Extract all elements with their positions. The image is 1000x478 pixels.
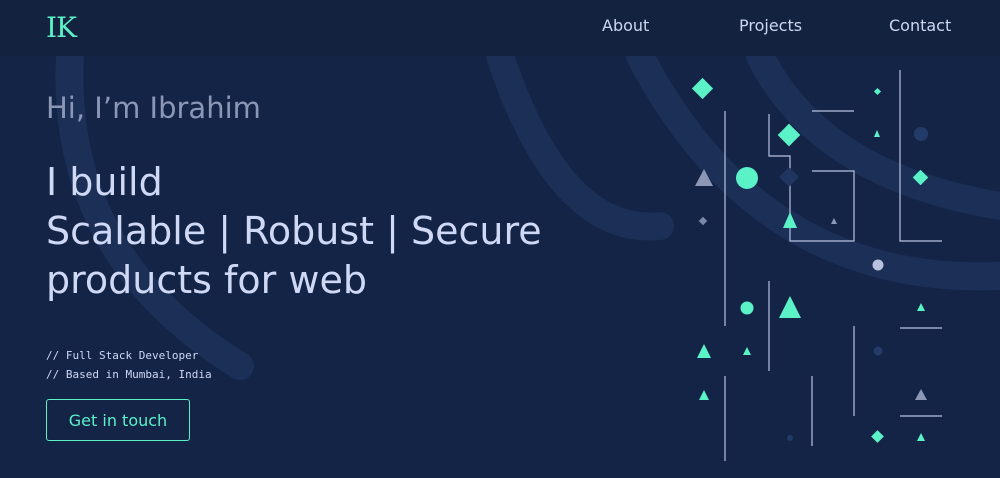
triangle-shape: [831, 218, 837, 224]
site-header: IK About Projects Contact: [0, 0, 1000, 56]
headline-line-1: I build: [46, 160, 163, 204]
circuit-lines: [724, 70, 942, 461]
info-location: // Based in Mumbai, India: [46, 368, 212, 381]
headline-line-2: Scalable | Robust | Secure: [46, 209, 542, 253]
diamond-shape: [779, 167, 799, 187]
hero-greeting: Hi, I’m Ibrahim: [46, 91, 261, 125]
nav-link-contact[interactable]: Contact: [889, 16, 951, 36]
triangle-shape: [915, 389, 927, 400]
triangle-shape: [699, 390, 709, 400]
triangle-shape: [743, 347, 751, 355]
circle-shape: [872, 259, 884, 271]
diamond-shape: [691, 77, 714, 100]
triangle-shape: [695, 169, 713, 186]
headline-line-3: products for web: [46, 258, 367, 302]
brand-logo[interactable]: IK: [46, 12, 77, 44]
circle-shape: [736, 167, 758, 189]
diamonds: [691, 77, 929, 443]
diamond-shape: [873, 87, 882, 96]
circle-shape: [914, 127, 928, 141]
nav-link-projects[interactable]: Projects: [739, 16, 802, 36]
get-in-touch-button[interactable]: Get in touch: [46, 399, 190, 441]
circle-shape: [740, 301, 754, 315]
triangle-shape: [917, 433, 925, 441]
nav-link-about[interactable]: About: [602, 16, 649, 36]
circle-shape: [787, 435, 793, 441]
circles: [736, 127, 928, 441]
diamond-shape: [912, 169, 929, 186]
hero-info: // Full Stack Developer // Based in Mumb…: [46, 346, 212, 384]
triangle-shape: [697, 344, 711, 358]
info-role: // Full Stack Developer: [46, 349, 199, 362]
triangle-shape: [874, 130, 880, 137]
diamond-shape: [871, 430, 884, 443]
triangle-shape: [779, 296, 801, 318]
diamond-shape: [777, 123, 801, 147]
circle-shape: [873, 346, 883, 356]
triangle-shape: [783, 212, 797, 228]
triangle-shape: [917, 303, 925, 311]
decorative-graphic: [691, 70, 942, 461]
diamond-shape: [698, 216, 708, 226]
triangles: [695, 130, 927, 441]
hero-headline: I build Scalable | Robust | Secure produ…: [46, 158, 542, 305]
